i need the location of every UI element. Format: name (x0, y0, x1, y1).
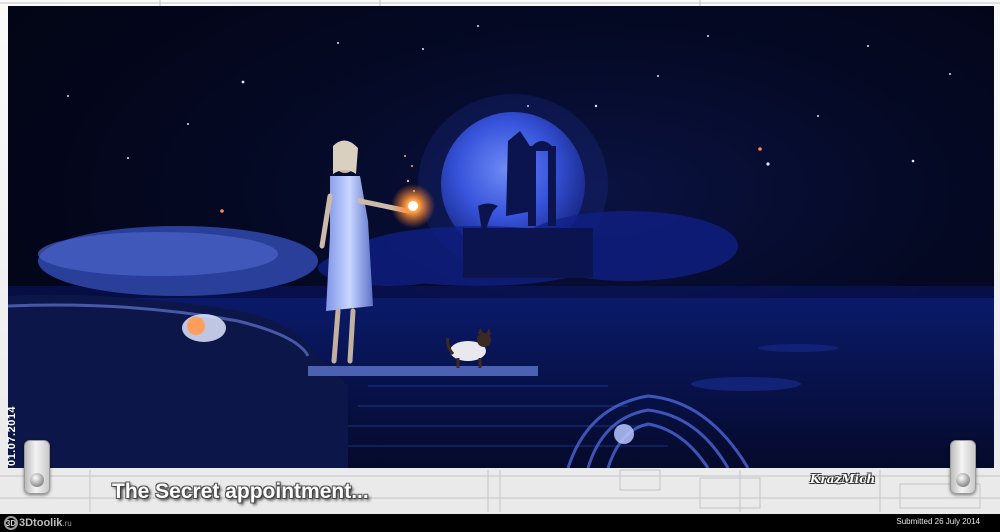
site-logo[interactable]: 3D 3Dtoolik.ru (4, 515, 72, 531)
clip-left-icon (24, 440, 50, 494)
footer-bar: 3D 3Dtoolik.ru Submitted 26 July 2014 (0, 514, 1000, 532)
night-scene-illustration (8, 25, 994, 468)
artwork-scene (8, 6, 994, 468)
submitted-date: Submitted 26 July 2014 (896, 517, 980, 526)
date-label: 01.07.2014 (6, 405, 18, 466)
left-rocks (8, 226, 348, 468)
artwork-title: The Secret appointment... (112, 480, 369, 503)
clip-right-icon (950, 440, 976, 494)
site-logo-icon: 3D (4, 516, 18, 530)
site-logo-text: 3Dtoolik.ru (19, 517, 72, 529)
artist-signature: KrazMich (810, 472, 876, 486)
